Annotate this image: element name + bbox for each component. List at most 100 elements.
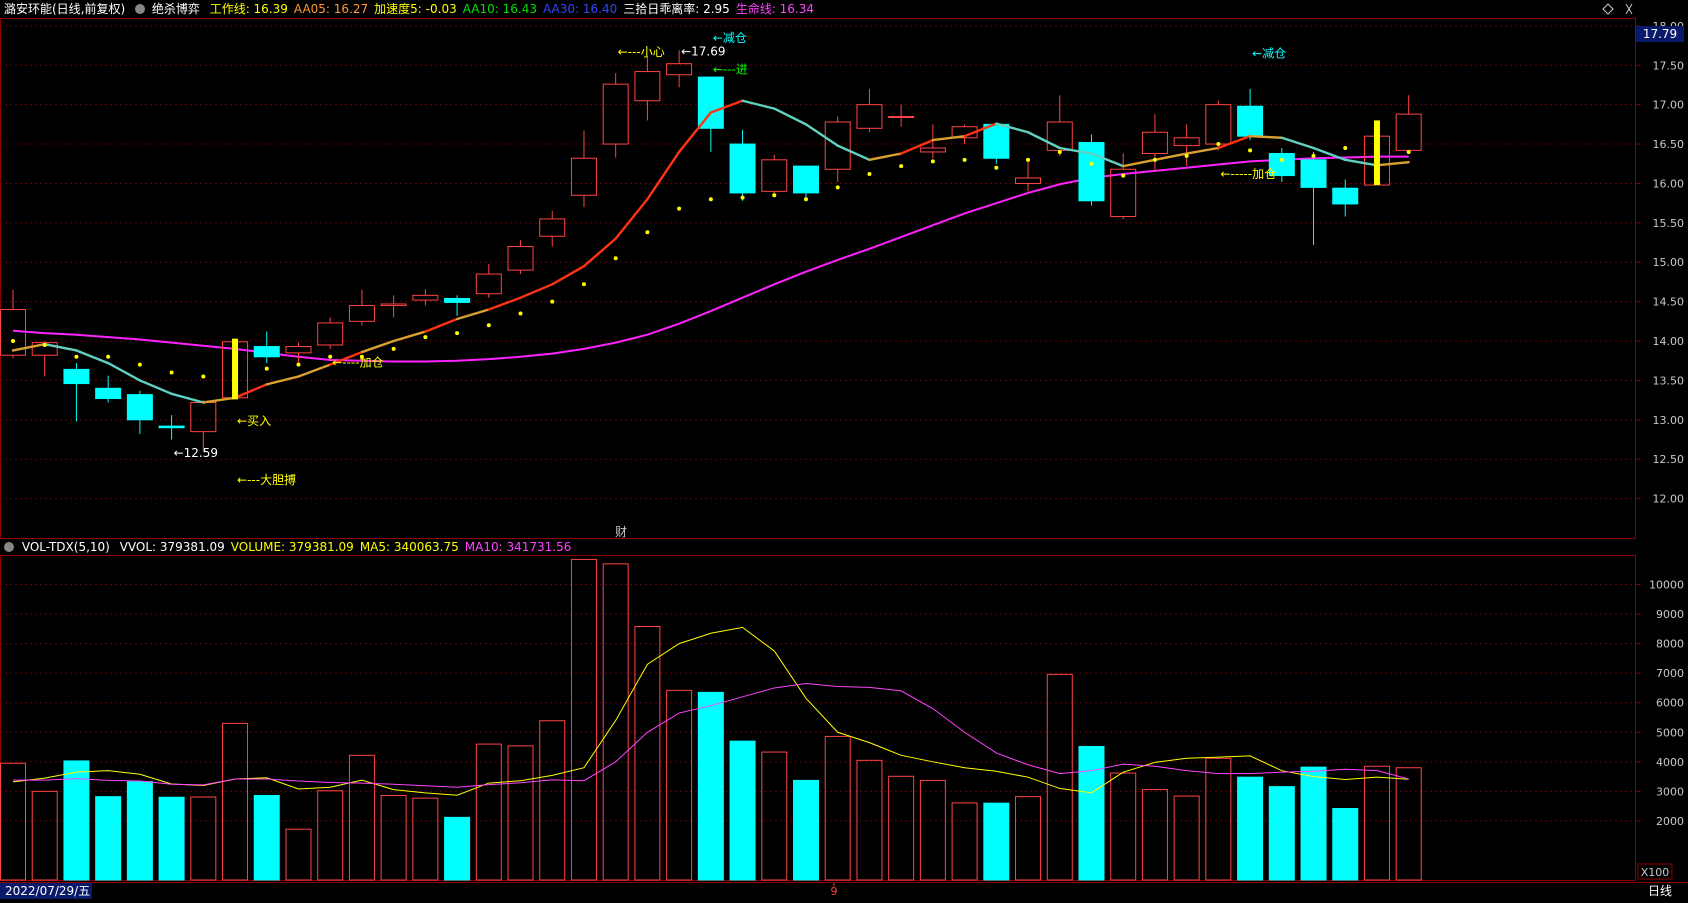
signal-dot (867, 172, 872, 176)
volume-bar[interactable] (444, 816, 471, 881)
signal-dot (899, 164, 904, 169)
volume-bar[interactable] (1078, 745, 1105, 881)
volume-tick-label: 5000 (1656, 726, 1684, 739)
month-marker: 9 (831, 885, 838, 898)
vol-indicator-name[interactable]: VOL-TDX(5,10) (22, 540, 110, 554)
volume-tick-label: 3000 (1656, 785, 1684, 798)
volume-bar[interactable] (253, 795, 280, 881)
candle-body (888, 115, 915, 118)
price-tick-label: 16.50 (1653, 138, 1685, 151)
header-value: 16.34 (775, 2, 815, 16)
header-item: 生命线: 16.34 (736, 2, 814, 16)
header-item: 三拾日乖离率: 2.95 (623, 2, 730, 16)
chart-annotation: ←---小心 (618, 45, 665, 59)
date-badge: 2022/07/29/五 (5, 884, 90, 898)
candle-body (1332, 187, 1359, 205)
candle-body (729, 143, 756, 194)
vol-header-item: MA10: 341731.56 (465, 540, 572, 554)
volume-bar[interactable] (983, 802, 1010, 881)
signal-dot (264, 366, 269, 371)
signal-dot (1121, 173, 1126, 178)
signal-dot (423, 335, 428, 340)
signal-dot (486, 323, 491, 328)
signal-dot (169, 370, 174, 375)
signal-dot (613, 256, 618, 261)
price-tick-label: 14.50 (1653, 296, 1685, 309)
volume-bar[interactable] (793, 779, 819, 881)
candle[interactable] (1078, 134, 1105, 206)
header-value: 16.40 (579, 2, 618, 16)
volume-bar[interactable] (95, 796, 122, 881)
signal-dot (137, 362, 142, 367)
volume-bar[interactable] (697, 691, 724, 881)
candle[interactable] (983, 123, 1010, 164)
indicator-name[interactable]: 绝杀博弈 (152, 2, 200, 16)
stock-chart[interactable]: ←12.59 ←买入 ←---大胆搏 ←----加仓 ←---小心 ←17.69 ←减仓 ←-… (0, 0, 1688, 899)
signal-dot (74, 354, 79, 359)
volume-bar[interactable] (126, 781, 153, 881)
vol-header-label: MA10: (464, 540, 503, 554)
signal-dot (835, 185, 840, 190)
signal-dot (201, 374, 206, 379)
chart-annotation: ←17.69 (681, 44, 725, 58)
header-item: 工作线: 16.39 (210, 2, 288, 16)
header-value: -0.03 (421, 2, 457, 16)
vol-header-item: VOLUME: 379381.09 (231, 540, 354, 554)
price-tick-label: 15.50 (1653, 217, 1685, 230)
candle-body (63, 368, 90, 385)
volume-bar[interactable] (158, 796, 185, 881)
candle-body (95, 387, 122, 400)
signal-dot (42, 342, 47, 347)
header-label: 加速度5: (374, 2, 422, 16)
signal-dot (11, 339, 15, 344)
signal-dot (550, 299, 555, 304)
candle-body (983, 123, 1010, 159)
vol-toggle-icon[interactable] (4, 542, 14, 552)
signal-dot (708, 197, 713, 202)
signal-dot (1406, 149, 1411, 154)
chart-annotation: ←12.59 (174, 446, 218, 460)
candle-body (253, 346, 280, 358)
chart-annotation: ←减仓 (713, 31, 747, 45)
stock-title[interactable]: 潞安环能(日线,前复权) (4, 2, 125, 16)
signal-dot (962, 157, 967, 162)
candle-body (1300, 159, 1327, 188)
volume-bar[interactable] (1300, 766, 1327, 881)
indicator-toggle-icon[interactable] (135, 4, 146, 14)
price-tick-label: 14.00 (1653, 335, 1685, 348)
volume-bar[interactable] (1332, 808, 1359, 881)
volume-tick-label: 9000 (1656, 608, 1684, 621)
signal-dot (391, 346, 396, 351)
vol-header-item: MA5: 340063.75 (360, 540, 459, 554)
price-tick-label: 17.50 (1653, 59, 1685, 72)
price-tick-label: 12.00 (1653, 493, 1685, 506)
volume-header: VOL-TDX(5,10) VVOL: 379381.09 VOLUME: 379… (4, 539, 577, 555)
candle-body (444, 297, 471, 303)
finance-marker[interactable]: 财 (615, 525, 627, 539)
volume-tick-label: 8000 (1656, 638, 1684, 651)
header-label: AA30: (542, 2, 580, 16)
vol-header-value: 341731.56 (502, 540, 572, 554)
candle-body (126, 394, 153, 421)
period-label[interactable]: 日线 (1648, 884, 1672, 898)
header-label: 生命线: (735, 2, 776, 16)
volume-bar[interactable] (729, 740, 756, 881)
signal-dot (455, 331, 460, 336)
signal-dot (772, 193, 777, 198)
header-label: AA10: (462, 2, 499, 16)
signal-dot (645, 230, 650, 235)
signal-dot (1343, 146, 1348, 150)
chart-annotation: ←减仓 (1252, 47, 1286, 61)
work-line-segment (1248, 134, 1284, 139)
signal-dot (1248, 148, 1253, 153)
candle-body (158, 425, 185, 429)
vol-header-label: MA5: (359, 540, 391, 554)
volume-tick-label: 7000 (1656, 667, 1684, 680)
volume-bar[interactable] (1237, 776, 1264, 881)
header-value: 2.95 (699, 2, 730, 16)
price-header: 潞安环能(日线,前复权) 绝杀博弈 工作线: 16.39 AA05: 16.27 加… (4, 1, 820, 17)
volume-bar[interactable] (1268, 786, 1295, 881)
header-label: 工作线: (209, 2, 250, 16)
signal-dot (1311, 153, 1316, 158)
chart-canvas[interactable]: ←12.59←买入←---大胆搏←----加仓←---小心 ←17.69←减仓←-… (0, 0, 1688, 899)
